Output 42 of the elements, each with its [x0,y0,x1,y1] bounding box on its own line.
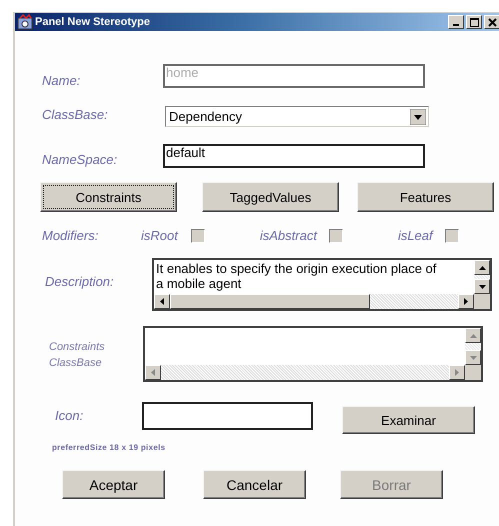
vertical-scrollbar[interactable] [474,260,490,294]
constraints-classbase-label: Constraints ClassBase [49,340,106,371]
section-button[interactable]: Features [357,182,494,212]
scroll-left-arrow-icon[interactable] [160,298,164,305]
close-icon [488,18,496,26]
name-label: Name: [42,73,82,88]
namespace-label: NameSpace: [42,152,118,167]
checkbox-label: isRoot [141,228,178,243]
action-button[interactable]: Cancelar [203,470,306,499]
scrollbar-corner [465,365,481,380]
modifier-checkbox[interactable] [190,229,205,243]
classbase-dropdown[interactable]: Dependency [165,106,429,127]
minimize-button[interactable] [448,15,464,29]
modifier-checkbox[interactable] [444,229,459,243]
scroll-right-arrow-icon[interactable] [464,298,468,305]
maximize-icon [470,18,478,26]
classbase-label: ClassBase: [42,107,109,122]
icon-label: Icon: [55,408,84,423]
horizontal-scrollbar[interactable] [154,294,490,309]
name-field[interactable]: home [163,64,425,88]
scroll-down-arrow-icon[interactable] [478,284,486,288]
window-title: Panel New Stereotype [35,16,150,28]
browse-button[interactable]: Examinar [342,406,475,434]
dropdown-arrow-icon [410,108,426,124]
section-button[interactable]: Constraints [40,182,177,212]
close-button[interactable] [484,15,499,29]
action-button[interactable]: Aceptar [62,470,165,499]
namespace-field[interactable]: default [163,144,425,168]
description-area[interactable]: It enables to specify the origin execution place of a mobile agent [152,258,492,311]
scroll-up-arrow-icon[interactable] [478,266,486,270]
description-label: Description: [45,274,115,289]
icon-field[interactable] [142,402,313,430]
constraints-area[interactable] [143,326,483,382]
checkbox-label: isAbstract [260,228,317,243]
section-button[interactable]: TaggedValues [202,182,339,212]
modifiers-label: Modifiers: [42,228,100,243]
scrollbar-corner [474,294,490,309]
size-hint: preferredSize 18 x 19 pixels [52,443,166,452]
description-text: It enables to specify the origin execution place of a mobile agent [155,260,438,293]
modifier-checkbox[interactable] [328,229,343,243]
checkbox-label: isLeaf [398,228,433,243]
maximize-button[interactable] [466,15,482,29]
